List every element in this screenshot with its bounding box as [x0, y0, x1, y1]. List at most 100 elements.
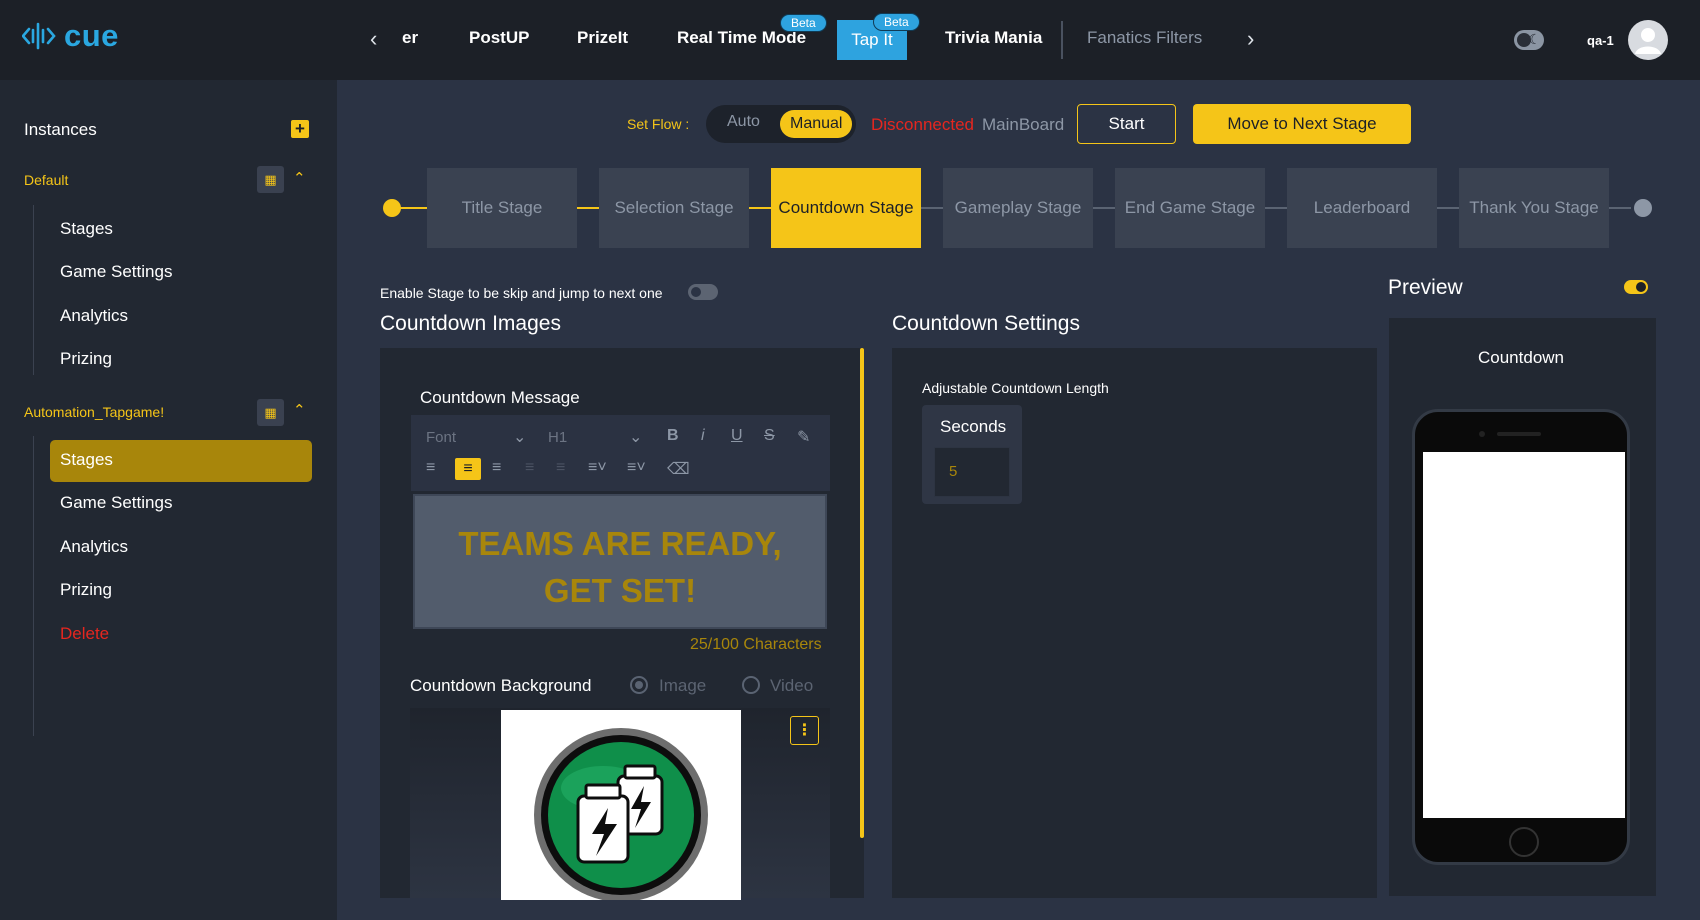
- start-button[interactable]: Start: [1077, 104, 1176, 144]
- sidebar: Instances + Default ▦ ⌃ Stages Game Sett…: [0, 80, 337, 920]
- stage-selection[interactable]: Selection Stage: [599, 168, 749, 248]
- seconds-input[interactable]: 5: [934, 447, 1010, 497]
- theme-toggle[interactable]: ☾: [1514, 30, 1544, 50]
- chevron-down-icon[interactable]: ⌄: [629, 427, 642, 447]
- stepper-line: [1265, 207, 1287, 209]
- phone-camera: [1479, 431, 1485, 437]
- skip-stage-toggle[interactable]: [688, 284, 718, 300]
- instance-automation-tapgame[interactable]: Automation_Tapgame!: [24, 404, 164, 420]
- flow-switch[interactable]: Auto Manual: [706, 105, 856, 143]
- background-image: [501, 710, 741, 900]
- nav-tab-prizeit[interactable]: PrizeIt: [577, 28, 628, 48]
- align-right-icon[interactable]: ≡: [492, 459, 501, 477]
- top-bar: cue ‹ er PostUP PrizeIt Real Time Mode B…: [0, 0, 1700, 80]
- group-line: [33, 205, 34, 375]
- group-line: [33, 436, 34, 736]
- stage-gameplay[interactable]: Gameplay Stage: [943, 168, 1093, 248]
- countdown-images-title: Countdown Images: [380, 312, 561, 335]
- stage-leaderboard[interactable]: Leaderboard: [1287, 168, 1437, 248]
- bg-video-radio[interactable]: [742, 676, 760, 694]
- chevron-up-icon[interactable]: ⌃: [293, 401, 306, 419]
- cue-logo[interactable]: cue: [22, 18, 119, 54]
- message-editor[interactable]: TEAMS ARE READY, GET SET!: [413, 494, 827, 629]
- more-options-button[interactable]: ⋮: [790, 716, 819, 745]
- sidebar-item-game-settings[interactable]: Game Settings: [60, 493, 172, 513]
- stepper-line: [577, 207, 599, 209]
- chevron-up-icon[interactable]: ⌃: [293, 169, 306, 187]
- qr-code-icon[interactable]: ▦: [257, 166, 284, 193]
- nav-prev-arrow-icon[interactable]: ‹: [370, 26, 377, 52]
- toggle-knob: [1636, 282, 1646, 292]
- stage-countdown[interactable]: Countdown Stage: [771, 168, 921, 248]
- stepper-start-dot: [383, 199, 401, 217]
- sidebar-item-analytics[interactable]: Analytics: [60, 306, 128, 326]
- chevron-down-icon[interactable]: ⌄: [513, 427, 526, 447]
- bg-image-radio[interactable]: [630, 676, 648, 694]
- user-name: qa-1: [1587, 33, 1614, 48]
- sidebar-item-stages[interactable]: Stages: [60, 219, 113, 239]
- sidebar-item-prizing[interactable]: Prizing: [60, 580, 112, 600]
- outdent-icon[interactable]: ≡: [525, 459, 534, 477]
- sidebar-item-delete[interactable]: Delete: [60, 624, 109, 644]
- preview-caption: Countdown: [1478, 348, 1565, 367]
- bold-icon[interactable]: B: [667, 427, 679, 445]
- stepper-line: [400, 207, 427, 209]
- beta-badge: Beta: [873, 13, 920, 31]
- phone-screen: [1423, 452, 1625, 818]
- flow-auto-option[interactable]: Auto: [727, 113, 760, 131]
- panel-scrollbar[interactable]: [860, 348, 864, 838]
- indent-icon[interactable]: ≡: [556, 459, 565, 477]
- character-count: 25/100 Characters: [690, 636, 822, 653]
- instance-default[interactable]: Default: [24, 172, 68, 188]
- nav-tab-trivia-mania[interactable]: Trivia Mania: [945, 28, 1042, 48]
- qr-code-icon[interactable]: ▦: [257, 399, 284, 426]
- preview-toggle[interactable]: [1624, 280, 1648, 294]
- sidebar-item-prizing[interactable]: Prizing: [60, 349, 112, 369]
- board-name: MainBoard: [982, 115, 1065, 134]
- user-icon: [1635, 28, 1661, 54]
- instances-title: Instances: [24, 120, 97, 139]
- eraser-icon[interactable]: ⌫: [667, 459, 690, 479]
- stage-thank-you[interactable]: Thank You Stage: [1459, 168, 1609, 248]
- nav-tab-fanatics-filters[interactable]: Fanatics Filters: [1087, 28, 1202, 48]
- nav-tab-er[interactable]: er: [402, 28, 418, 48]
- nav-next-arrow-icon[interactable]: ›: [1247, 26, 1254, 52]
- underline-icon[interactable]: U: [731, 427, 743, 445]
- sidebar-item-game-settings[interactable]: Game Settings: [60, 262, 172, 282]
- nav-divider: [1061, 21, 1063, 59]
- stage-title[interactable]: Title Stage: [427, 168, 577, 248]
- seconds-label: Seconds: [940, 417, 1007, 436]
- stepper-line: [1437, 207, 1459, 209]
- sidebar-item-analytics[interactable]: Analytics: [60, 537, 128, 557]
- flow-manual-option[interactable]: Manual: [780, 110, 853, 138]
- phone-mockup: [1412, 409, 1630, 865]
- countdown-background-label: Countdown Background: [410, 676, 592, 695]
- align-left-icon[interactable]: ≡: [426, 459, 435, 477]
- align-center-icon[interactable]: ≡: [455, 458, 481, 480]
- set-flow-label: Set Flow :: [627, 116, 690, 132]
- preview-title: Preview: [1388, 276, 1463, 299]
- energy-drink-logo-icon: [534, 728, 708, 900]
- countdown-settings-title: Countdown Settings: [892, 312, 1080, 335]
- stepper-line: [749, 207, 771, 209]
- nav-tab-postup[interactable]: PostUP: [469, 28, 529, 48]
- phone-home-button: [1509, 827, 1539, 857]
- move-to-next-stage-button[interactable]: Move to Next Stage: [1193, 104, 1411, 144]
- italic-icon[interactable]: i: [701, 427, 705, 445]
- stepper-line: [1609, 207, 1631, 209]
- soundwave-icon: [22, 22, 56, 50]
- font-select[interactable]: Font: [426, 429, 456, 446]
- heading-select[interactable]: H1: [548, 429, 567, 446]
- add-instance-button[interactable]: +: [291, 120, 309, 138]
- moon-icon: ☾: [1528, 31, 1541, 47]
- stepper-line: [1093, 207, 1115, 209]
- highlighter-icon[interactable]: ✎: [797, 427, 810, 447]
- sidebar-item-stages-active[interactable]: Stages: [60, 450, 113, 470]
- strikethrough-icon[interactable]: S: [764, 427, 775, 445]
- logo-text: cue: [64, 18, 119, 53]
- bullet-list-icon[interactable]: ≡˅: [627, 459, 646, 477]
- stage-end-game[interactable]: End Game Stage: [1115, 168, 1265, 248]
- ordered-list-icon[interactable]: ≡˅: [588, 459, 607, 477]
- avatar[interactable]: [1628, 20, 1668, 60]
- beta-badge: Beta: [780, 14, 827, 32]
